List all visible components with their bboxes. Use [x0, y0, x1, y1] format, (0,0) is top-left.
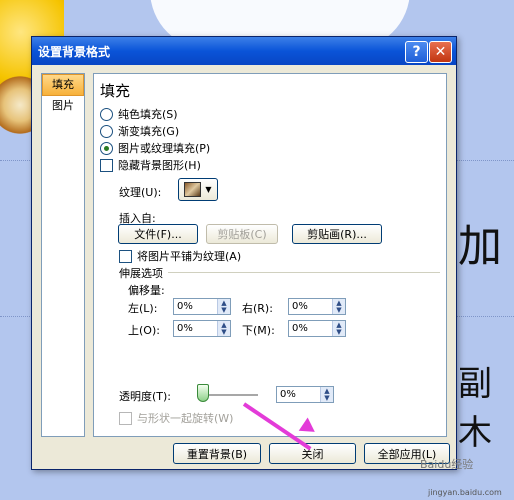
rotate-with-shape-label: 与形状一起旋转(W) — [137, 412, 234, 425]
clipart-button[interactable]: 剪贴画(R)... — [292, 224, 382, 244]
spinner-arrows-icon[interactable]: ▲ ▼ — [320, 387, 333, 402]
right-offset-input[interactable]: 0% ▲ ▼ — [288, 298, 346, 315]
radio-icon[interactable] — [100, 107, 113, 121]
category-nav: 填充 图片 — [41, 73, 85, 437]
nav-item-fill[interactable]: 填充 — [42, 74, 84, 96]
spinner-arrows-icon[interactable]: ▲ ▼ — [217, 321, 230, 336]
close-button[interactable]: 关闭 — [269, 443, 356, 464]
top-offset-label: 上(O): — [128, 324, 160, 337]
tile-picture-option[interactable]: 将图片平铺为纹理(A) — [119, 248, 241, 264]
checkbox-icon[interactable] — [119, 411, 132, 425]
left-offset-label: 左(L): — [128, 302, 158, 315]
panel-heading: 填充 — [100, 82, 131, 100]
slide-subtitle-text: 副木 — [458, 364, 492, 453]
texture-label: 纹理(U): — [119, 186, 162, 199]
hide-bg-graphics-option[interactable]: 隐藏背景图形(H) — [100, 157, 201, 173]
spinner-arrows-icon[interactable]: ▲ ▼ — [332, 321, 345, 336]
radio-icon[interactable] — [100, 141, 113, 155]
hide-bg-label: 隐藏背景图形(H) — [118, 159, 201, 172]
chevron-down-icon: ▼ — [205, 185, 212, 194]
picture-fill-option[interactable]: 图片或纹理填充(P) — [100, 140, 210, 156]
right-offset-value: 0% — [292, 301, 308, 312]
file-button[interactable]: 文件(F)... — [118, 224, 198, 244]
solid-fill-option[interactable]: 纯色填充(S) — [100, 106, 178, 122]
checkbox-icon[interactable] — [119, 249, 132, 263]
gradient-fill-option[interactable]: 渐变填充(G) — [100, 123, 179, 139]
dialog-title: 设置背景格式 — [38, 44, 111, 59]
transparency-slider-thumb[interactable] — [197, 384, 209, 402]
help-button[interactable]: ? — [405, 41, 428, 63]
separator — [168, 272, 440, 273]
fill-panel: 填充 纯色填充(S) 渐变填充(G) 图片或纹理填充(P) 隐藏背景图形(H) … — [93, 73, 447, 437]
texture-dropdown[interactable]: ▼ — [178, 178, 218, 201]
texture-swatch-icon — [184, 182, 202, 197]
watermark-logo: Baidu经验 — [420, 458, 474, 471]
stretch-options-label: 伸展选项 — [119, 267, 163, 280]
spinner-arrows-icon[interactable]: ▲ ▼ — [217, 299, 230, 314]
tile-label: 将图片平铺为纹理(A) — [137, 250, 242, 263]
nav-item-picture[interactable]: 图片 — [42, 96, 84, 116]
left-offset-value: 0% — [177, 301, 193, 312]
dialog-titlebar[interactable]: 设置背景格式 — [32, 37, 456, 65]
transparency-input[interactable]: 0% ▲ ▼ — [276, 386, 334, 403]
checkbox-icon[interactable] — [100, 158, 113, 172]
solid-fill-label: 纯色填充(S) — [118, 108, 178, 121]
gradient-fill-label: 渐变填充(G) — [118, 125, 180, 138]
offset-label: 偏移量: — [128, 284, 165, 297]
right-offset-label: 右(R): — [242, 302, 273, 315]
spinner-arrows-icon[interactable]: ▲ ▼ — [332, 299, 345, 314]
left-offset-input[interactable]: 0% ▲ ▼ — [173, 298, 231, 315]
transparency-label: 透明度(T): — [119, 390, 172, 403]
watermark-url: jingyan.baidu.com — [428, 488, 502, 497]
top-offset-input[interactable]: 0% ▲ ▼ — [173, 320, 231, 337]
slide-title-text: 加 — [458, 221, 502, 272]
top-offset-value: 0% — [177, 323, 193, 334]
bottom-offset-label: 下(M): — [242, 324, 275, 337]
reset-background-button[interactable]: 重置背景(B) — [173, 443, 261, 464]
radio-icon[interactable] — [100, 124, 113, 138]
rotate-with-shape-option[interactable]: 与形状一起旋转(W) — [119, 410, 233, 426]
bottom-offset-value: 0% — [292, 323, 308, 334]
bottom-offset-input[interactable]: 0% ▲ ▼ — [288, 320, 346, 337]
clipboard-button[interactable]: 剪贴板(C) — [206, 224, 278, 244]
picture-fill-label: 图片或纹理填充(P) — [118, 142, 211, 155]
close-icon[interactable]: ✕ — [429, 41, 452, 63]
transparency-value: 0% — [280, 389, 296, 400]
